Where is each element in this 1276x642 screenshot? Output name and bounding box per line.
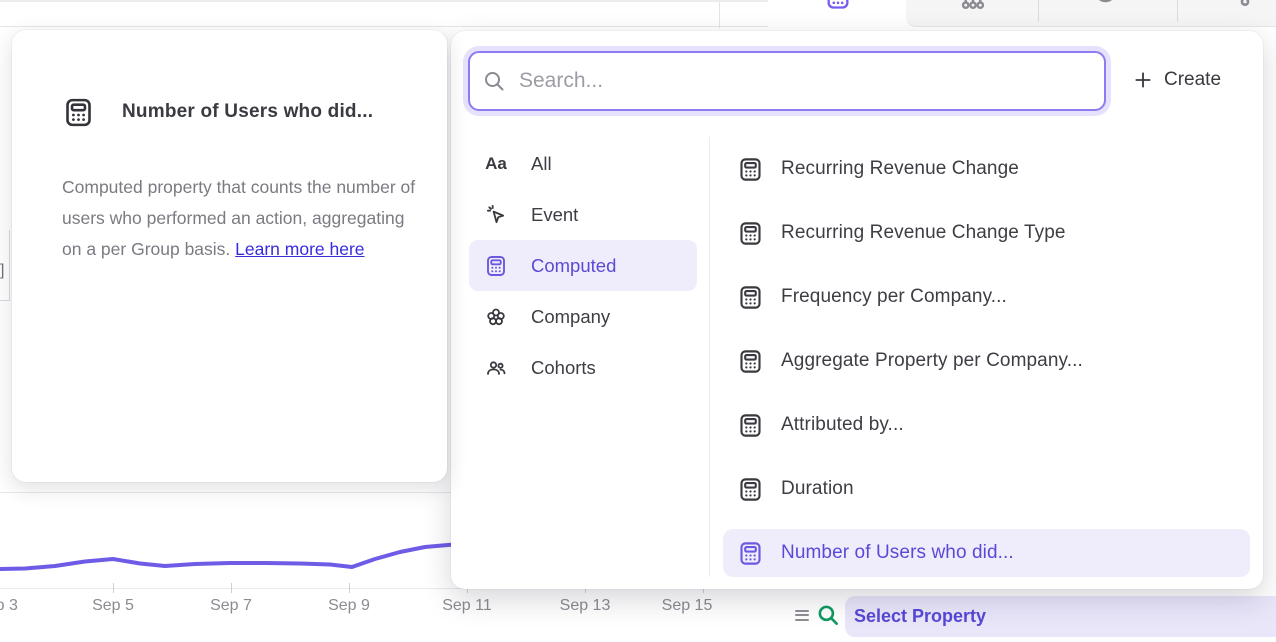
property-tooltip-card: Number of Users who did... Computed prop…: [12, 30, 447, 482]
property-item[interactable]: Recurring Revenue Change Type: [723, 201, 1250, 265]
tab-divider: [1177, 0, 1178, 22]
property-item[interactable]: Duration: [723, 457, 1250, 521]
flows-icon: [1232, 0, 1258, 8]
calculator-icon: [736, 412, 764, 439]
tab-funnels[interactable]: [936, 0, 1036, 28]
tab-insights[interactable]: [768, 0, 906, 28]
top-header-strip: [0, 0, 768, 27]
company-cluster-icon: [483, 305, 509, 329]
cohorts-people-icon: [483, 356, 509, 380]
category-company[interactable]: Company: [469, 291, 697, 342]
property-item-selected[interactable]: Number of Users who did...: [723, 529, 1250, 577]
line-chart: [0, 530, 460, 600]
select-property-button[interactable]: Select Property: [845, 596, 1276, 637]
tooltip-description: Computed property that counts the number…: [62, 172, 427, 265]
category-all[interactable]: Aa All: [469, 138, 697, 189]
calculator-icon: [62, 96, 95, 134]
underlying-panel-edge: [0, 300, 10, 301]
calculator-icon: [736, 284, 764, 311]
app-screen: ] Sep 3 Sep 5 Sep 7 Sep 9 Sep 11 Sep 13 …: [0, 0, 1276, 642]
x-axis-label: Sep 13: [550, 597, 620, 615]
plus-icon: [1133, 70, 1153, 90]
select-property-row: Select Property: [781, 590, 1276, 642]
retention-icon: [1088, 0, 1120, 10]
chart-top-divider: [0, 492, 452, 493]
property-item[interactable]: Frequency per Company...: [723, 265, 1250, 329]
axis-tick: [231, 583, 232, 593]
tooltip-title: Number of Users who did...: [122, 101, 373, 123]
tab-divider: [1038, 0, 1039, 22]
category-cohorts[interactable]: Cohorts: [469, 342, 697, 393]
underlying-clipped-text: ]: [0, 262, 4, 280]
aa-text-icon: Aa: [483, 154, 509, 174]
panel-divider: [709, 137, 710, 577]
property-item[interactable]: Recurring Revenue Change: [723, 137, 1250, 201]
x-axis-label: Sep 11: [432, 597, 502, 615]
header-divider: [719, 2, 720, 28]
calculator-icon: [483, 254, 509, 278]
learn-more-link[interactable]: Learn more here: [235, 239, 364, 259]
property-item[interactable]: Attributed by...: [723, 393, 1250, 457]
calculator-icon: [736, 476, 764, 503]
x-axis-label: Sep 15: [652, 597, 722, 615]
insights-calculator-icon: [824, 0, 852, 11]
drag-handle-icon[interactable]: [795, 607, 809, 621]
category-computed[interactable]: Computed: [469, 240, 697, 291]
create-button[interactable]: Create: [1133, 69, 1221, 91]
funnel-icon: [958, 0, 988, 10]
tab-flows[interactable]: [1206, 0, 1276, 28]
underlying-panel-edge: [9, 230, 10, 300]
calculator-icon: [736, 220, 764, 247]
category-list: Aa All Event: [469, 138, 697, 393]
x-axis-label: Sep 7: [196, 597, 266, 615]
axis-tick: [113, 583, 114, 593]
select-property-label: Select Property: [845, 606, 986, 627]
tab-retention[interactable]: [1066, 0, 1166, 28]
calculator-icon: [736, 540, 764, 567]
x-axis-label: Sep 3: [0, 597, 32, 615]
property-picker-popover: Create Aa All Event: [451, 31, 1263, 589]
search-input[interactable]: [468, 51, 1106, 111]
property-item[interactable]: Aggregate Property per Company...: [723, 329, 1250, 393]
category-event[interactable]: Event: [469, 189, 697, 240]
property-list: Recurring Revenue Change Recurring Reven…: [723, 137, 1250, 585]
inactive-tabs-group: [906, 0, 1276, 27]
calculator-icon: [736, 348, 764, 375]
axis-tick: [349, 583, 350, 593]
create-button-label: Create: [1164, 69, 1221, 91]
event-cursor-icon: [483, 203, 509, 226]
x-axis-label: Sep 5: [78, 597, 148, 615]
calculator-icon: [736, 156, 764, 183]
search-icon: [815, 602, 841, 628]
x-axis-label: Sep 9: [314, 597, 384, 615]
